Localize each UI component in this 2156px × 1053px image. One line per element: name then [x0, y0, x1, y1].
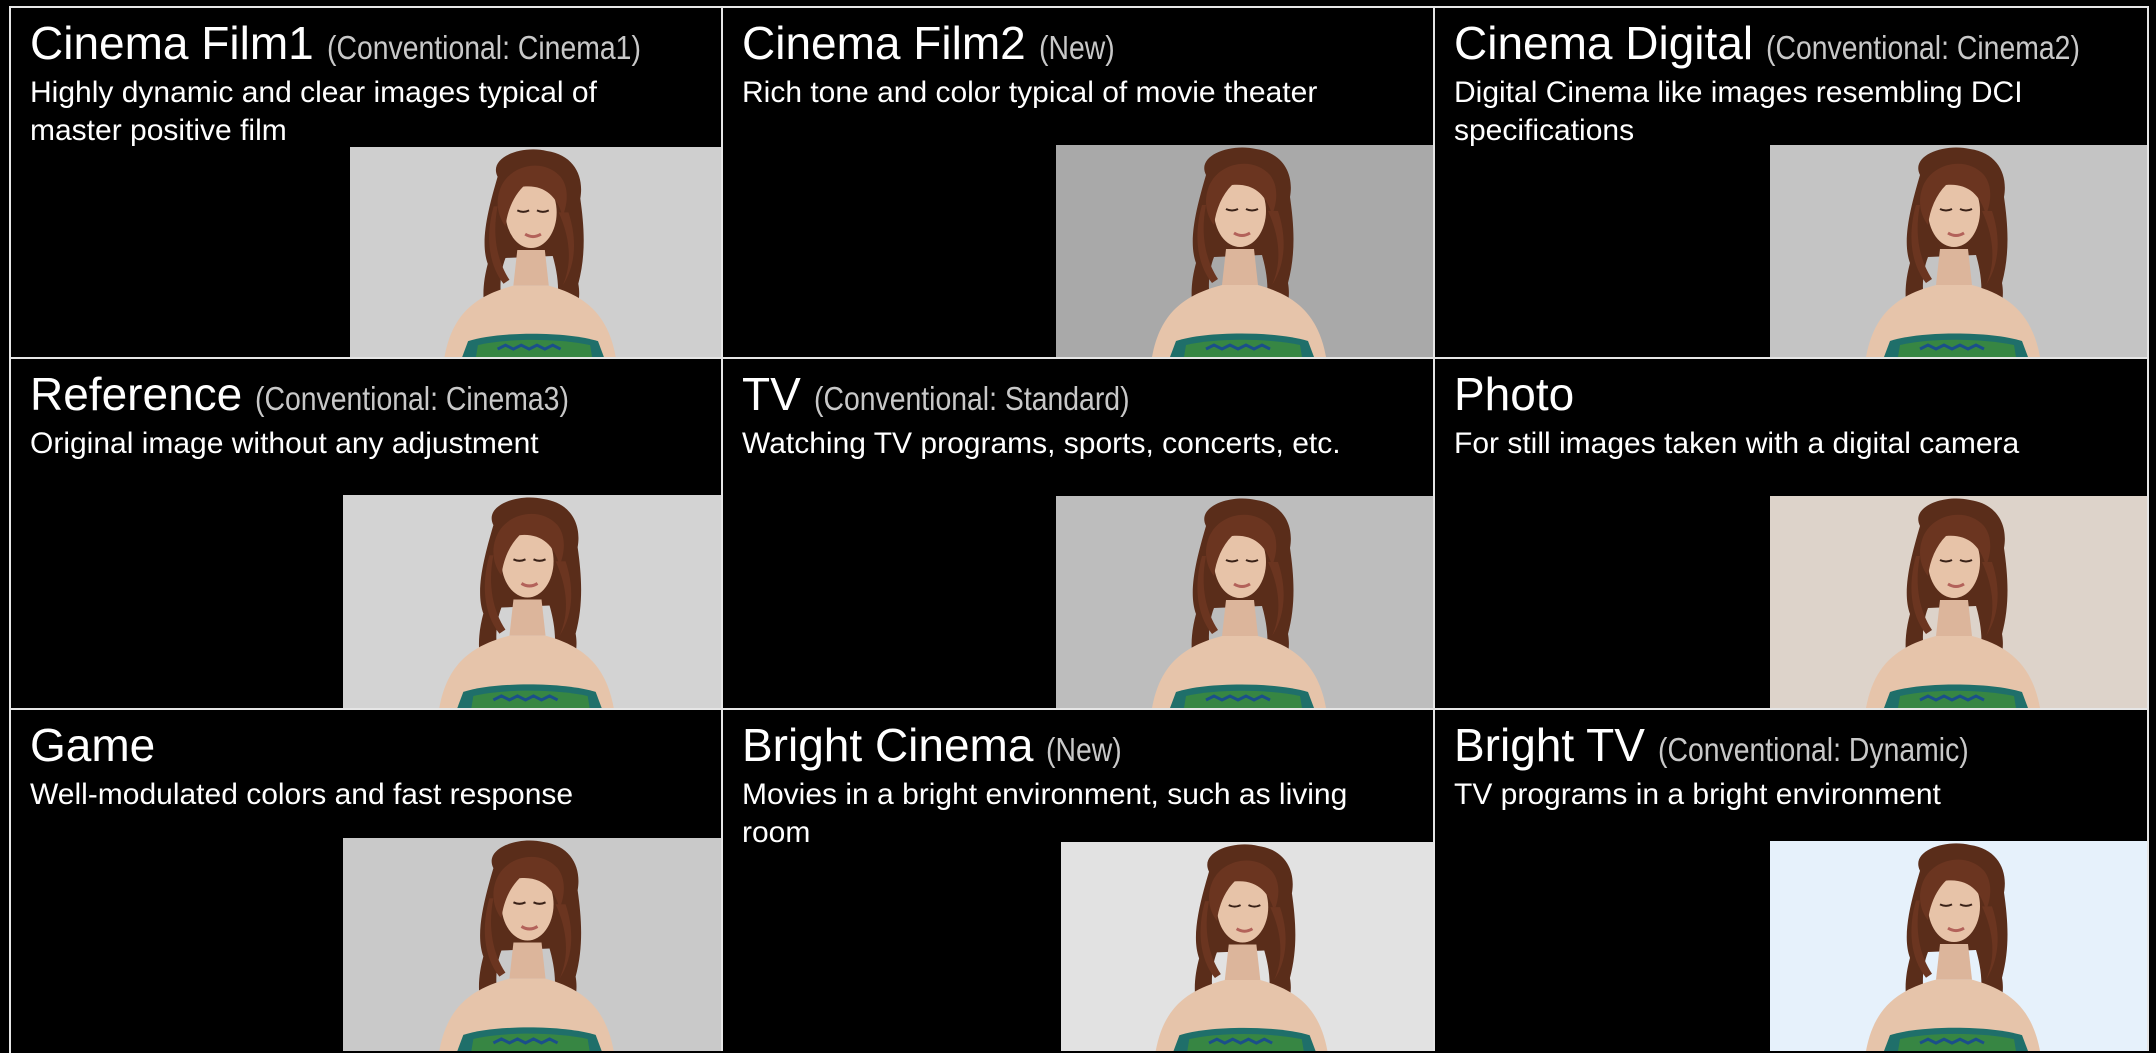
mode-description: Highly dynamic and clear images typical … [30, 76, 597, 147]
sample-photo [1056, 496, 1433, 708]
mode-description: Movies in a bright environment, such as … [742, 778, 1348, 849]
mode-card-bright-tv: Bright TV (Conventional: Dynamic) TV pro… [1435, 710, 2149, 1051]
mode-title: Cinema Film1 (Conventional: Cinema1) [30, 17, 641, 69]
mode-description: Original image without any adjustment [30, 427, 539, 460]
mode-card-game: Game Well-modulated colors and fast resp… [11, 710, 723, 1051]
mode-note: (Conventional: Dynamic) [1657, 731, 1969, 768]
mode-title: TV (Conventional: Standard) [742, 368, 1130, 420]
mode-note: (Conventional: Cinema1) [326, 29, 641, 66]
sample-photo [1770, 841, 2147, 1051]
mode-card-cinema-film1: Cinema Film1 (Conventional: Cinema1) Hig… [11, 8, 723, 359]
sample-photo [350, 147, 721, 357]
sample-photo [1770, 496, 2147, 708]
sample-photo [343, 838, 721, 1051]
mode-note: (Conventional: Cinema2) [1765, 29, 2080, 66]
mode-title: Bright TV (Conventional: Dynamic) [1454, 719, 1969, 771]
mode-card-cinema-digital: Cinema Digital (Conventional: Cinema2) D… [1435, 8, 2149, 359]
mode-note: (Conventional: Standard) [813, 380, 1130, 417]
mode-description: TV programs in a bright environment [1454, 778, 1941, 811]
mode-title: Photo [1454, 368, 1575, 420]
sample-photo [1061, 842, 1433, 1051]
mode-note: (New) [1038, 29, 1115, 66]
mode-card-reference: Reference (Conventional: Cinema3) Origin… [11, 359, 723, 710]
mode-title: Game [30, 719, 156, 771]
mode-description: For still images taken with a digital ca… [1454, 427, 2020, 460]
mode-note: (Conventional: Cinema3) [255, 380, 569, 417]
mode-description: Rich tone and color typical of movie the… [742, 76, 1318, 109]
mode-card-bright-cinema: Bright Cinema (New) Movies in a bright e… [723, 710, 1435, 1051]
mode-description: Digital Cinema like images resembling DC… [1454, 76, 2023, 147]
mode-card-cinema-film2: Cinema Film2 (New) Rich tone and color t… [723, 8, 1435, 359]
mode-card-tv: TV (Conventional: Standard) Watching TV … [723, 359, 1435, 710]
mode-description: Well-modulated colors and fast response [30, 778, 574, 811]
mode-card-photo: Photo For still images taken with a digi… [1435, 359, 2149, 710]
mode-title: Cinema Film2 (New) [742, 17, 1115, 69]
mode-title: Bright Cinema (New) [742, 719, 1122, 771]
picture-mode-grid: Cinema Film1 (Conventional: Cinema1) Hig… [9, 6, 2149, 1053]
sample-photo [343, 495, 721, 708]
mode-title: Reference (Conventional: Cinema3) [30, 368, 569, 420]
sample-photo [1770, 145, 2147, 357]
mode-description: Watching TV programs, sports, concerts, … [742, 427, 1341, 460]
mode-title: Cinema Digital (Conventional: Cinema2) [1454, 17, 2080, 69]
mode-note: (New) [1046, 731, 1122, 768]
sample-photo [1056, 145, 1433, 357]
